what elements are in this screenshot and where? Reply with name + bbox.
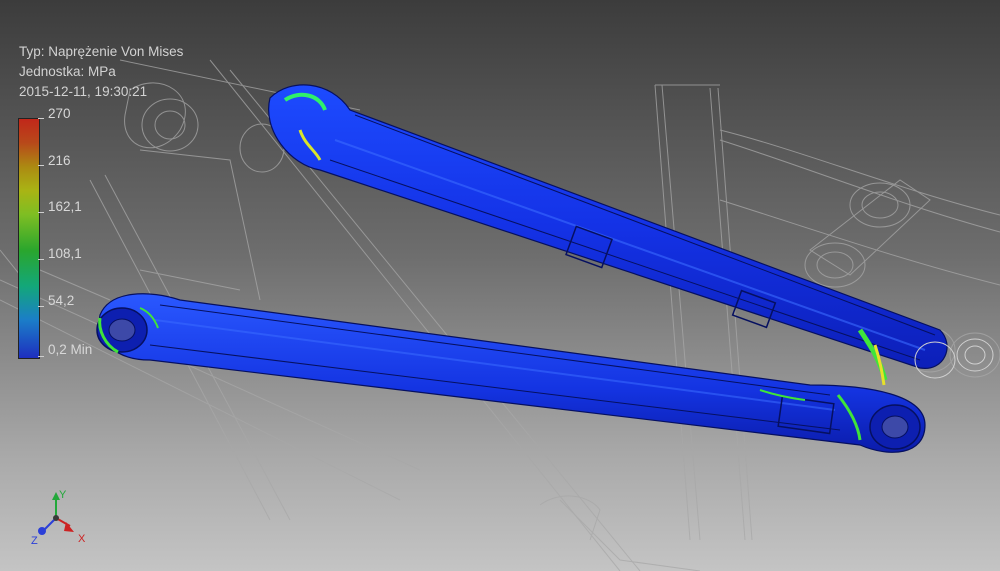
legend-label: 162,1 [48, 199, 82, 214]
legend-tick [38, 212, 44, 213]
y-axis-label: Y [59, 489, 67, 501]
legend-label: 54,2 [48, 293, 75, 308]
x-axis-label: X [78, 533, 86, 545]
z-axis-label: Z [31, 535, 38, 547]
result-type-label: Typ: Naprężenie Von Mises [19, 44, 184, 59]
legend-tick [38, 259, 44, 260]
legend-tick [38, 306, 44, 307]
triad-origin [53, 515, 59, 521]
legend-tick [38, 118, 44, 119]
legend-tick [38, 165, 44, 166]
timestamp-label: 2015-12-11, 19:30:21 [19, 84, 148, 99]
analysis-info: Typ: Naprężenie Von Mises Jednostka: MPa… [19, 42, 183, 102]
legend-label: 108,1 [48, 246, 82, 261]
legend-min-label: 0,2 Min [48, 342, 93, 357]
unit-label: Jednostka: MPa [19, 64, 116, 79]
orientation-triad[interactable]: Y X Z [28, 488, 98, 548]
legend-max-label: 270 [48, 106, 71, 121]
stress-color-legend [18, 118, 40, 359]
legend-tick [38, 356, 44, 357]
legend-label: 216 [48, 153, 71, 168]
z-axis-tip [38, 527, 46, 535]
